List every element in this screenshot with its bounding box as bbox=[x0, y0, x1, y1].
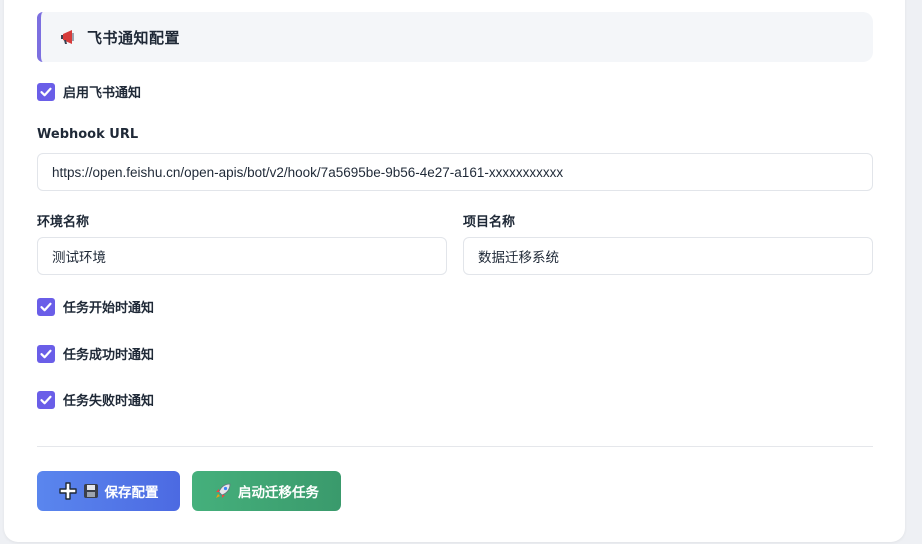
rocket-icon bbox=[214, 482, 232, 500]
megaphone-icon bbox=[59, 27, 79, 47]
start-migration-button[interactable]: 启动迁移任务 bbox=[192, 471, 341, 511]
notify-failure-checkbox[interactable] bbox=[37, 390, 55, 409]
checkmark-icon bbox=[40, 395, 52, 404]
notify-success-label: 任务成功时通知 bbox=[63, 348, 155, 363]
notify-success-checkbox[interactable] bbox=[37, 344, 55, 363]
project-input[interactable]: 数据迁移系统 bbox=[463, 237, 873, 275]
enable-notify-label: 启用飞书通知 bbox=[63, 86, 142, 101]
checkmark-icon bbox=[40, 87, 52, 96]
project-label: 项目名称 bbox=[463, 215, 516, 230]
move-cross-icon bbox=[58, 482, 77, 500]
webhook-label: Webhook URL bbox=[37, 127, 139, 142]
checkmark-icon bbox=[40, 302, 52, 311]
checkmark-icon bbox=[40, 349, 52, 358]
environment-input[interactable]: 测试环境 bbox=[37, 237, 447, 275]
start-migration-label: 启动迁移任务 bbox=[238, 485, 319, 501]
enable-notify-row[interactable]: 启用飞书通知 bbox=[37, 82, 141, 101]
notify-start-label: 任务开始时通知 bbox=[63, 301, 155, 316]
environment-label: 环境名称 bbox=[37, 215, 90, 230]
notify-success-row[interactable]: 任务成功时通知 bbox=[37, 344, 154, 363]
notify-start-row[interactable]: 任务开始时通知 bbox=[37, 297, 154, 316]
notify-failure-row[interactable]: 任务失败时通知 bbox=[37, 390, 154, 409]
divider bbox=[37, 446, 873, 447]
notify-start-checkbox[interactable] bbox=[37, 297, 55, 316]
webhook-url-input[interactable]: https://open.feishu.cn/open-apis/bot/v2/… bbox=[37, 153, 873, 191]
enable-notify-checkbox[interactable] bbox=[37, 82, 55, 101]
floppy-disk-icon bbox=[83, 483, 99, 499]
save-config-button[interactable]: 保存配置 bbox=[37, 471, 180, 511]
save-config-label: 保存配置 bbox=[104, 485, 159, 501]
section-title: 飞书通知配置 bbox=[87, 28, 181, 47]
section-header: 飞书通知配置 bbox=[37, 12, 873, 62]
notify-failure-label: 任务失败时通知 bbox=[63, 394, 155, 409]
